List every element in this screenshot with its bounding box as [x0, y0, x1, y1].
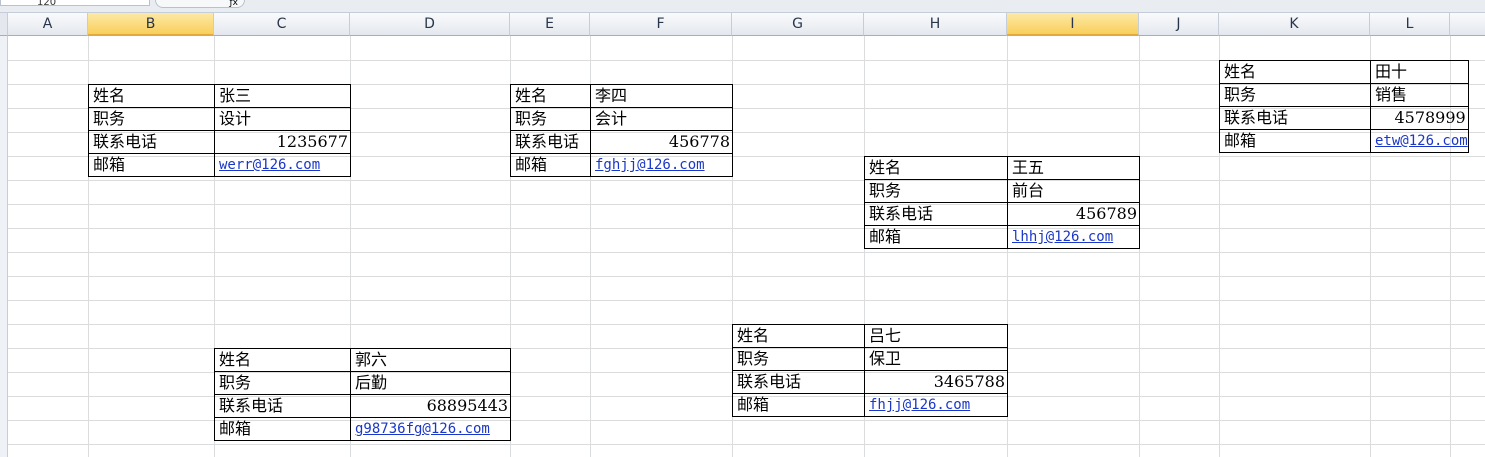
title-cell[interactable]: 保卫 — [864, 347, 1008, 371]
column-header-g[interactable]: G — [732, 13, 864, 36]
contact-card: 姓名 张三 职务 设计 联系电话 1235677 邮箱 werr@126.com — [88, 84, 351, 177]
column-header-l[interactable]: L — [1370, 13, 1450, 36]
email-link[interactable]: werr@126.com — [214, 153, 351, 177]
name-label-cell[interactable]: 姓名 — [214, 348, 351, 372]
name-label-cell[interactable]: 姓名 — [864, 156, 1008, 180]
phone-label-cell[interactable]: 联系电话 — [214, 394, 351, 418]
fx-icon[interactable]: ƒx — [155, 0, 245, 8]
gridline — [8, 180, 1485, 181]
title-label-cell[interactable]: 职务 — [214, 371, 351, 395]
column-header-e[interactable]: E — [510, 13, 590, 36]
phone-cell[interactable]: 456789 — [1007, 202, 1140, 226]
column-header-b[interactable]: B — [88, 13, 214, 36]
column-header-a[interactable]: A — [8, 13, 88, 36]
row-header-strip[interactable] — [0, 36, 8, 457]
title-label-cell[interactable]: 职务 — [510, 107, 591, 131]
name-box[interactable]: 120 — [0, 0, 150, 6]
gridline — [8, 228, 1485, 229]
title-label-cell[interactable]: 职务 — [732, 347, 865, 371]
email-label-cell[interactable]: 邮箱 — [864, 225, 1008, 249]
email-link[interactable]: fghjj@126.com — [590, 153, 733, 177]
gridline — [8, 444, 1485, 445]
email-label-cell[interactable]: 邮箱 — [732, 393, 865, 417]
gridline — [8, 252, 1485, 253]
name-label-cell[interactable]: 姓名 — [510, 84, 591, 108]
select-all-corner[interactable] — [0, 13, 8, 36]
phone-label-cell[interactable]: 联系电话 — [510, 130, 591, 154]
email-label-cell[interactable]: 邮箱 — [88, 153, 215, 177]
phone-cell[interactable]: 456778 — [590, 130, 733, 154]
email-link[interactable]: g98736fg@126.com — [350, 417, 511, 441]
email-link[interactable]: fhjj@126.com — [864, 393, 1008, 417]
column-header-j[interactable]: J — [1139, 13, 1219, 36]
column-header-f[interactable]: F — [590, 13, 732, 36]
phone-cell[interactable]: 4578999 — [1370, 106, 1469, 130]
email-label-cell[interactable]: 邮箱 — [1219, 129, 1371, 153]
name-label-cell[interactable]: 姓名 — [1219, 60, 1371, 84]
name-label-cell[interactable]: 姓名 — [732, 324, 865, 348]
phone-label-cell[interactable]: 联系电话 — [1219, 106, 1371, 130]
contact-card: 姓名 李四 职务 会计 联系电话 456778 邮箱 fghjj@126.com — [510, 84, 733, 177]
name-cell[interactable]: 吕七 — [864, 324, 1008, 348]
title-cell[interactable]: 后勤 — [350, 371, 511, 395]
email-label-cell[interactable]: 邮箱 — [214, 417, 351, 441]
column-header-i[interactable]: I — [1007, 13, 1139, 36]
name-cell[interactable]: 张三 — [214, 84, 351, 108]
phone-label-cell[interactable]: 联系电话 — [88, 130, 215, 154]
column-header-c[interactable]: C — [214, 13, 350, 36]
column-header-k[interactable]: K — [1219, 13, 1370, 36]
contact-card: 姓名 王五 职务 前台 联系电话 456789 邮箱 lhhj@126.com — [864, 156, 1140, 249]
phone-cell[interactable]: 3465788 — [864, 370, 1008, 394]
gridline — [8, 300, 1485, 301]
title-cell[interactable]: 销售 — [1370, 83, 1469, 107]
phone-label-cell[interactable]: 联系电话 — [864, 202, 1008, 226]
name-cell[interactable]: 王五 — [1007, 156, 1140, 180]
contact-card: 姓名 吕七 职务 保卫 联系电话 3465788 邮箱 fhjj@126.com — [732, 324, 1008, 417]
title-label-cell[interactable]: 职务 — [88, 107, 215, 131]
email-label-cell[interactable]: 邮箱 — [510, 153, 591, 177]
email-link[interactable]: etw@126.com — [1370, 129, 1469, 153]
contact-card: 姓名 郭六 职务 后勤 联系电话 68895443 邮箱 g98736fg@126.co… — [214, 348, 511, 441]
column-header-h[interactable]: H — [864, 13, 1007, 36]
name-cell[interactable]: 李四 — [590, 84, 733, 108]
gridline — [8, 204, 1485, 205]
phone-cell[interactable]: 1235677 — [214, 130, 351, 154]
name-cell[interactable]: 郭六 — [350, 348, 511, 372]
email-link[interactable]: lhhj@126.com — [1007, 225, 1140, 249]
column-header-d[interactable]: D — [350, 13, 510, 36]
gridline — [8, 276, 1485, 277]
title-cell[interactable]: 会计 — [590, 107, 733, 131]
title-cell[interactable]: 设计 — [214, 107, 351, 131]
column-header-m[interactable] — [1450, 13, 1485, 36]
title-cell[interactable]: 前台 — [1007, 179, 1140, 203]
title-label-cell[interactable]: 职务 — [864, 179, 1008, 203]
contact-card: 姓名 田十 职务 销售 联系电话 4578999 邮箱 etw@126.com — [1219, 60, 1469, 153]
name-cell[interactable]: 田十 — [1370, 60, 1469, 84]
title-label-cell[interactable]: 职务 — [1219, 83, 1371, 107]
phone-cell[interactable]: 68895443 — [350, 394, 511, 418]
phone-label-cell[interactable]: 联系电话 — [732, 370, 865, 394]
name-label-cell[interactable]: 姓名 — [88, 84, 215, 108]
